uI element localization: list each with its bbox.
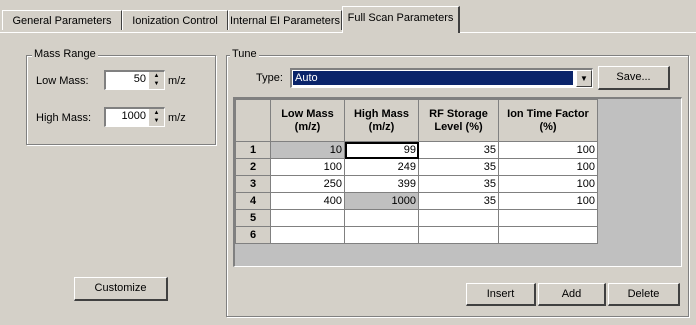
cell-low-mass[interactable] bbox=[270, 209, 345, 227]
tune-grid: Low Mass (m/z) High Mass (m/z) RF Storag… bbox=[235, 99, 598, 244]
table-row: 5 bbox=[235, 209, 598, 227]
save-button[interactable]: Save... bbox=[598, 66, 670, 90]
tab-internal-ei-parameters[interactable]: Internal EI Parameters bbox=[228, 10, 342, 30]
table-row: 4 400 1000 35 100 bbox=[235, 192, 598, 210]
table-row: 2 100 249 35 100 bbox=[235, 158, 598, 176]
cell-high-mass[interactable]: 249 bbox=[344, 158, 419, 176]
corner-cell bbox=[235, 99, 271, 142]
low-mass-spin-arrows[interactable]: ▲ ▼ bbox=[148, 72, 164, 89]
row-header[interactable]: 1 bbox=[235, 141, 271, 159]
col-header-low-mass[interactable]: Low Mass (m/z) bbox=[270, 99, 345, 142]
tune-type-value[interactable]: Auto bbox=[293, 71, 573, 85]
cell-ion-time[interactable] bbox=[498, 226, 598, 244]
col-header-rf-storage[interactable]: RF Storage Level (%) bbox=[418, 99, 499, 142]
tune-legend: Tune bbox=[230, 48, 259, 61]
cell-low-mass[interactable]: 100 bbox=[270, 158, 345, 176]
cell-ion-time[interactable]: 100 bbox=[498, 192, 598, 210]
cell-low-mass[interactable] bbox=[270, 226, 345, 244]
cell-rf-storage[interactable]: 35 bbox=[418, 158, 499, 176]
low-mass-spinner[interactable]: 50 ▲ ▼ bbox=[104, 70, 165, 90]
spin-down-icon[interactable]: ▼ bbox=[149, 80, 164, 88]
cell-ion-time[interactable]: 100 bbox=[498, 141, 598, 159]
col-header-ion-time[interactable]: Ion Time Factor (%) bbox=[498, 99, 598, 142]
spin-up-icon[interactable]: ▲ bbox=[149, 109, 164, 117]
spin-down-icon[interactable]: ▼ bbox=[149, 117, 164, 125]
cell-rf-storage[interactable] bbox=[418, 226, 499, 244]
row-header[interactable]: 2 bbox=[235, 158, 271, 176]
high-mass-unit: m/z bbox=[168, 112, 186, 124]
tab-general-parameters[interactable]: General Parameters bbox=[2, 10, 122, 30]
low-mass-value[interactable]: 50 bbox=[134, 73, 146, 85]
row-header[interactable]: 4 bbox=[235, 192, 271, 210]
cell-low-mass: 10 bbox=[270, 141, 345, 159]
tab-bar: General Parameters Ionization Control In… bbox=[0, 0, 696, 33]
row-header[interactable]: 5 bbox=[235, 209, 271, 227]
tune-type-label: Type: bbox=[256, 72, 283, 84]
table-row: 1 10 99 35 100 bbox=[235, 141, 598, 159]
row-header[interactable]: 3 bbox=[235, 175, 271, 193]
mass-range-group bbox=[26, 55, 216, 145]
cell-ion-time[interactable]: 100 bbox=[498, 175, 598, 193]
cell-rf-storage[interactable]: 35 bbox=[418, 192, 499, 210]
high-mass-label: High Mass: bbox=[36, 112, 92, 124]
low-mass-label: Low Mass: bbox=[36, 75, 89, 87]
cell-high-mass[interactable] bbox=[344, 209, 419, 227]
table-header-row: Low Mass (m/z) High Mass (m/z) RF Storag… bbox=[235, 99, 598, 142]
delete-button[interactable]: Delete bbox=[608, 283, 680, 306]
cell-ion-time[interactable] bbox=[498, 209, 598, 227]
tune-table: Low Mass (m/z) High Mass (m/z) RF Storag… bbox=[233, 97, 682, 267]
cell-high-mass[interactable]: 399 bbox=[344, 175, 419, 193]
high-mass-spinner[interactable]: 1000 ▲ ▼ bbox=[104, 107, 165, 127]
cell-rf-storage[interactable]: 35 bbox=[418, 175, 499, 193]
cell-high-mass[interactable] bbox=[344, 226, 419, 244]
row-header[interactable]: 6 bbox=[235, 226, 271, 244]
cell-rf-storage[interactable] bbox=[418, 209, 499, 227]
high-mass-value[interactable]: 1000 bbox=[122, 110, 146, 122]
tab-full-scan-parameters[interactable]: Full Scan Parameters bbox=[342, 6, 460, 33]
high-mass-spin-arrows[interactable]: ▲ ▼ bbox=[148, 109, 164, 126]
cell-rf-storage[interactable]: 35 bbox=[418, 141, 499, 159]
low-mass-unit: m/z bbox=[168, 75, 186, 87]
chevron-down-icon[interactable]: ▼ bbox=[576, 70, 592, 87]
insert-button[interactable]: Insert bbox=[466, 283, 536, 306]
tune-type-select[interactable]: Auto ▼ bbox=[290, 68, 593, 88]
col-header-high-mass[interactable]: High Mass (m/z) bbox=[344, 99, 419, 142]
table-row: 3 250 399 35 100 bbox=[235, 175, 598, 193]
cell-high-mass: 1000 bbox=[344, 192, 419, 210]
table-row: 6 bbox=[235, 226, 598, 244]
tab-ionization-control[interactable]: Ionization Control bbox=[122, 10, 228, 30]
cell-low-mass[interactable]: 400 bbox=[270, 192, 345, 210]
cell-ion-time[interactable]: 100 bbox=[498, 158, 598, 176]
customize-button[interactable]: Customize bbox=[74, 277, 168, 301]
mass-range-legend: Mass Range bbox=[32, 48, 98, 61]
cell-low-mass[interactable]: 250 bbox=[270, 175, 345, 193]
cell-high-mass[interactable]: 99 bbox=[344, 141, 419, 159]
add-button[interactable]: Add bbox=[538, 283, 606, 306]
spin-up-icon[interactable]: ▲ bbox=[149, 72, 164, 80]
